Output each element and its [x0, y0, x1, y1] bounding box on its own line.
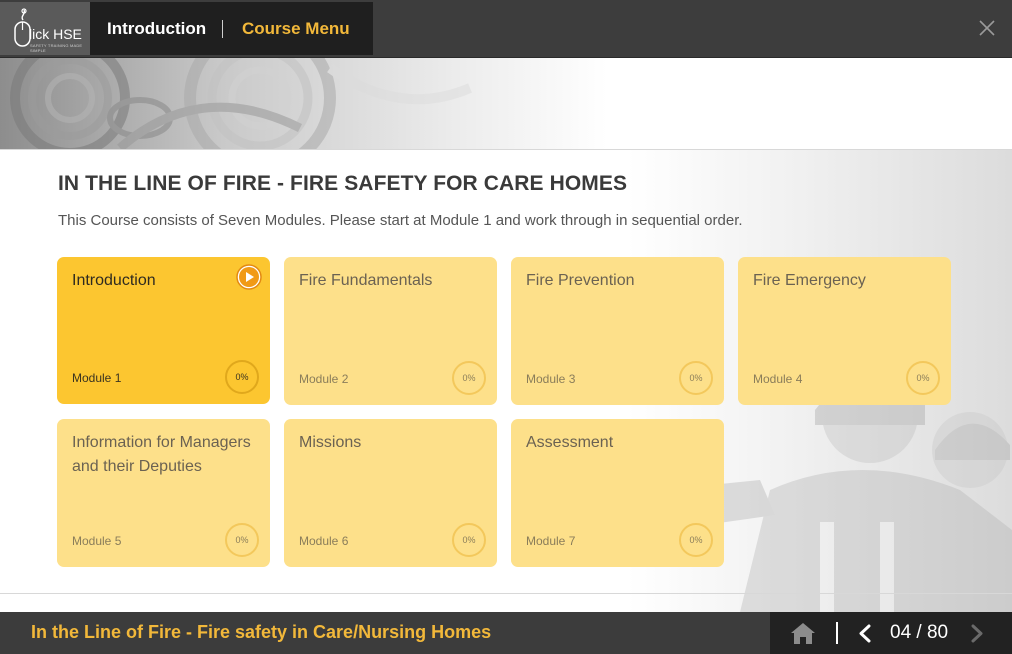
module-progress: 0%: [906, 361, 940, 395]
footer-bar: In the Line of Fire - Fire safety in Car…: [0, 612, 1012, 654]
main-divider: [0, 593, 1012, 594]
module-card-6[interactable]: Missions Module 6 0%: [284, 419, 497, 567]
page-counter: 04 / 80: [890, 622, 949, 643]
module-number: Module 5: [72, 534, 122, 548]
footer-navigation: 04 / 80: [770, 612, 1012, 654]
page-subtitle: This Course consists of Seven Modules. P…: [58, 212, 743, 229]
close-icon[interactable]: [976, 17, 998, 39]
module-card-3[interactable]: Fire Prevention Module 3 0%: [511, 257, 724, 405]
chevron-left-icon[interactable]: [858, 624, 872, 643]
tab-course-menu[interactable]: Course Menu: [242, 19, 350, 39]
module-number: Module 7: [526, 534, 576, 548]
tab-introduction[interactable]: Introduction: [107, 19, 206, 39]
module-number: Module 6: [299, 534, 349, 548]
module-title: Fire Emergency: [753, 272, 866, 289]
module-title: Fire Fundamentals: [299, 272, 433, 289]
module-title: Introduction: [72, 272, 156, 289]
module-title: Fire Prevention: [526, 272, 635, 289]
module-title: Missions: [299, 434, 362, 451]
logo-subtext: SAFETY TRAINING MADE SIMPLE: [30, 43, 83, 53]
module-title: Information for Managers and their Deput…: [72, 434, 251, 475]
module-number: Module 2: [299, 372, 349, 386]
nav-separator: [836, 622, 838, 644]
module-progress: 0%: [679, 361, 713, 395]
module-card-7[interactable]: Assessment Module 7 0%: [511, 419, 724, 567]
module-number: Module 3: [526, 372, 576, 386]
module-progress: 0%: [225, 360, 259, 394]
module-progress: 0%: [452, 361, 486, 395]
module-card-2[interactable]: Fire Fundamentals Module 2 0%: [284, 257, 497, 405]
module-progress: 0%: [679, 523, 713, 557]
footer-course-title: In the Line of Fire - Fire safety in Car…: [31, 622, 492, 642]
tab-divider: [222, 20, 223, 38]
module-progress: 0%: [225, 523, 259, 557]
logo: lick HSE SAFETY TRAINING MADE SIMPLE: [0, 2, 90, 55]
top-bar: lick HSE SAFETY TRAINING MADE SIMPLE Int…: [0, 0, 1012, 58]
module-card-4[interactable]: Fire Emergency Module 4 0%: [738, 257, 951, 405]
module-progress: 0%: [452, 523, 486, 557]
hero-banner-image: [0, 58, 1012, 150]
play-icon[interactable]: [236, 264, 262, 290]
header-tab-group: lick HSE SAFETY TRAINING MADE SIMPLE Int…: [0, 2, 373, 55]
module-number: Module 1: [72, 371, 122, 385]
logo-text: lick HSE: [29, 26, 82, 42]
module-card-1[interactable]: Introduction Module 1 0%: [57, 257, 270, 404]
home-icon[interactable]: [790, 621, 816, 645]
module-title: Assessment: [526, 434, 614, 451]
page-title: IN THE LINE OF FIRE - FIRE SAFETY FOR CA…: [58, 172, 628, 195]
module-number: Module 4: [753, 372, 803, 386]
chevron-right-icon[interactable]: [970, 624, 984, 643]
module-card-5[interactable]: Information for Managers and their Deput…: [57, 419, 270, 567]
